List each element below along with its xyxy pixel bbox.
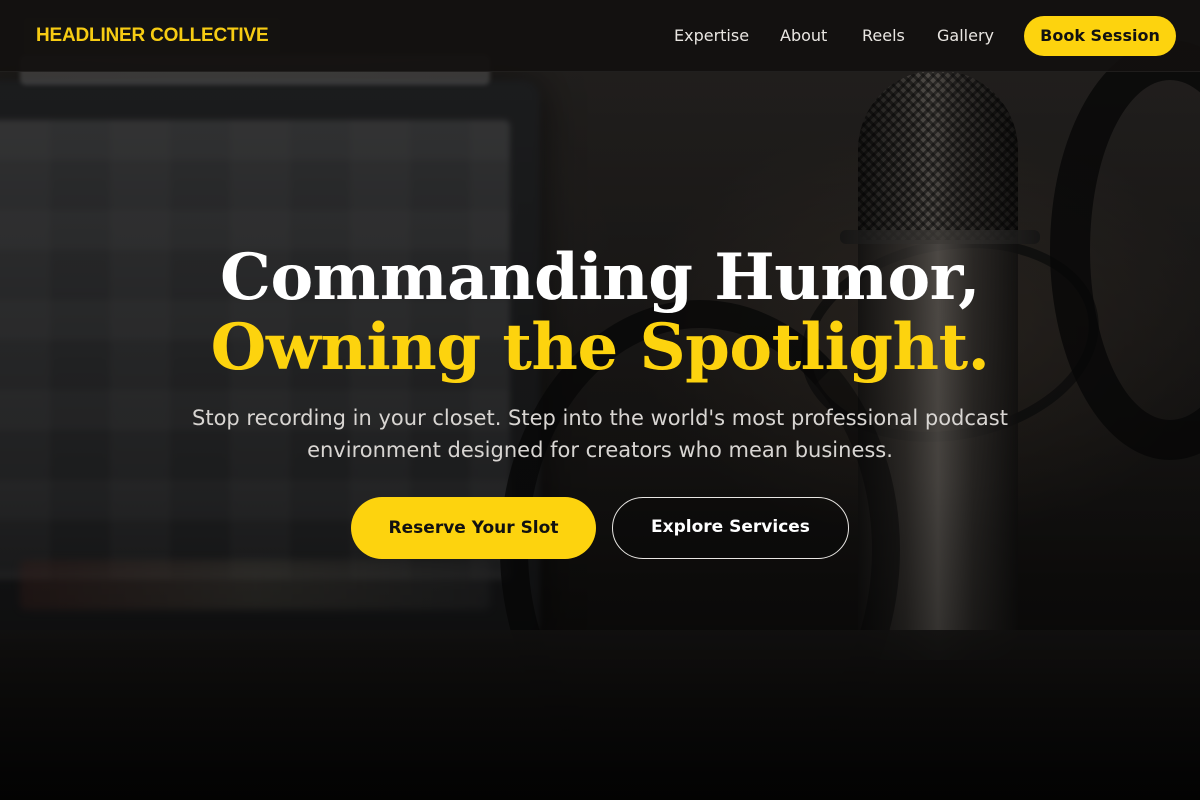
hero-title: Commanding Humor, Owning the Spotlight.	[0, 243, 1200, 383]
reserve-slot-button[interactable]: Reserve Your Slot	[351, 497, 596, 559]
explore-services-button[interactable]: Explore Services	[612, 497, 849, 559]
nav-link-about[interactable]: About	[780, 24, 827, 48]
nav-link-expertise[interactable]: Expertise	[674, 24, 749, 48]
hero-dark-overlay	[0, 0, 1200, 800]
nav-link-reels[interactable]: Reels	[862, 24, 905, 48]
top-navbar: HEADLINER COLLECTIVE Expertise About Ree…	[0, 0, 1200, 72]
hero-title-line1: Commanding Humor,	[220, 240, 980, 315]
hero-subtitle: Stop recording in your closet. Step into…	[192, 406, 1008, 462]
brand-logo[interactable]: HEADLINER COLLECTIVE	[24, 18, 281, 54]
hero-title-line2: Owning the Spotlight.	[210, 310, 990, 385]
nav-link-gallery[interactable]: Gallery	[937, 24, 994, 48]
book-session-button[interactable]: Book Session	[1024, 16, 1176, 56]
